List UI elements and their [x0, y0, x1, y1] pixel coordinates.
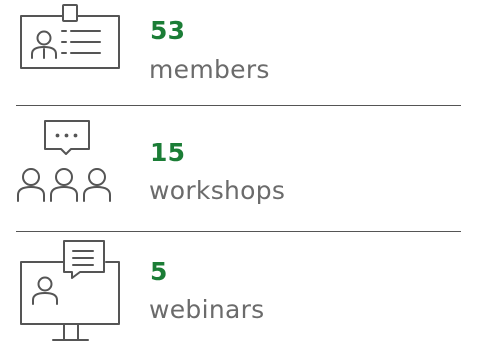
id-badge-icon [20, 4, 120, 72]
monitor-presenter-icon [20, 240, 120, 344]
workshops-label: workshops [149, 176, 286, 205]
stat-members: 53 members [0, 0, 477, 104]
stat-workshops: 15 workshops [0, 106, 477, 230]
workshops-count: 15 [150, 138, 186, 167]
webinars-label: webinars [149, 295, 265, 324]
members-count: 53 [150, 16, 186, 45]
webinars-count: 5 [150, 257, 168, 286]
group-chat-icon [17, 120, 112, 202]
members-label: members [149, 55, 270, 84]
stat-webinars: 5 webinars [0, 232, 477, 348]
